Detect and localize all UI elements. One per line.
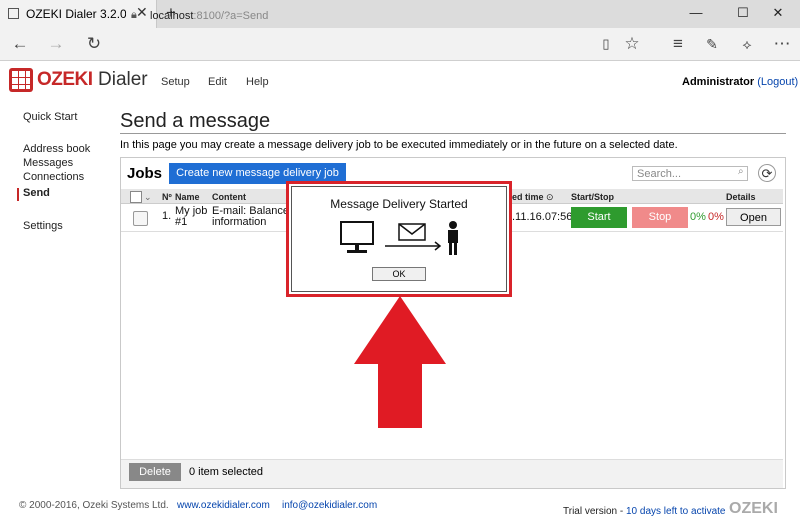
window-close-icon[interactable]: ✕: [758, 2, 798, 24]
user-info: Administrator (Logout): [682, 76, 798, 88]
dialog-title: Message Delivery Started: [330, 197, 468, 211]
menu-help[interactable]: Help: [246, 76, 269, 88]
arrow-line-icon: [385, 241, 442, 251]
footer-logo: OZEKI: [729, 500, 778, 517]
search-icon[interactable]: ⌕: [738, 166, 744, 177]
activate-link[interactable]: 10 days left to activate: [626, 506, 726, 517]
col-details: Details: [726, 192, 756, 202]
page-favicon-icon: [8, 8, 19, 19]
trial-notice: Trial version - 10 days left to activate: [563, 506, 726, 517]
sidebar-item-send[interactable]: Send: [23, 187, 50, 199]
envelope-icon: [398, 223, 426, 241]
web-note-icon[interactable]: ✎: [698, 31, 726, 57]
menu-setup[interactable]: Setup: [161, 76, 190, 88]
url-path: :8100/?a=Send: [193, 10, 269, 22]
ozeki-logo-icon: [9, 68, 33, 92]
page-description: In this page you may create a message de…: [120, 139, 678, 151]
row-number: 1.: [162, 210, 172, 222]
sidebar-item-connections[interactable]: Connections: [23, 171, 84, 183]
col-content[interactable]: Content: [212, 192, 246, 202]
favorite-star-icon[interactable]: ☆: [618, 31, 646, 57]
start-button[interactable]: Start: [571, 207, 627, 228]
col-name[interactable]: Name: [175, 192, 200, 202]
row-name-line2: #1: [175, 216, 188, 228]
email-link[interactable]: info@ozekidialer.com: [282, 500, 377, 511]
selection-count: 0 item selected: [189, 466, 263, 478]
window-minimize-icon[interactable]: —: [676, 2, 716, 24]
logo-brand: OZEKI: [37, 69, 93, 90]
sidebar-item-address-book[interactable]: Address book: [23, 143, 90, 155]
url-host: localhost: [150, 10, 194, 22]
reload-jobs-icon[interactable]: ⟳: [758, 164, 776, 182]
jobs-heading: Jobs: [127, 165, 163, 182]
sidebar-item-settings[interactable]: Settings: [23, 220, 63, 232]
address-bar[interactable]: localhost:8100/?a=Send: [150, 10, 268, 22]
ok-button[interactable]: OK: [372, 267, 426, 281]
refresh-icon[interactable]: ↻: [80, 31, 108, 57]
row-scheduled-time: .11.16.07:56: [512, 211, 573, 223]
search-input[interactable]: Search...: [632, 166, 748, 181]
progress-sent: 0%: [690, 211, 706, 223]
lock-icon: 🔒︎: [131, 9, 137, 21]
stop-button[interactable]: Stop: [632, 207, 688, 228]
red-up-arrow-icon: [354, 296, 446, 428]
delete-button[interactable]: Delete: [129, 463, 181, 481]
trial-prefix: Trial version -: [563, 506, 626, 517]
open-button[interactable]: Open: [726, 208, 781, 226]
row-content-line2: information: [212, 216, 267, 228]
col-start-stop: Start/Stop: [571, 192, 615, 202]
sort-clock-icon[interactable]: ⊙: [546, 192, 554, 203]
window-maximize-icon[interactable]: ☐: [723, 2, 763, 24]
reading-view-icon[interactable]: ▯: [592, 31, 620, 57]
sidebar-item-messages[interactable]: Messages: [23, 157, 73, 169]
close-tab-icon[interactable]: ✕: [136, 4, 148, 21]
progress-failed: 0%: [708, 211, 724, 223]
forward-icon[interactable]: →: [42, 31, 70, 57]
computer-icon: [340, 221, 374, 253]
menu-edit[interactable]: Edit: [208, 76, 227, 88]
person-icon: [448, 221, 458, 255]
delivery-illustration: [340, 221, 458, 255]
more-icon[interactable]: ⋯: [768, 31, 796, 57]
title-divider: [120, 133, 786, 134]
page-title: Send a message: [120, 110, 271, 132]
select-all-checkbox[interactable]: [130, 191, 142, 203]
col-scheduled-time[interactable]: ed time: [512, 192, 544, 202]
tab-title: OZEKI Dialer 3.2.0 (192.: [26, 7, 126, 21]
logout-link[interactable]: (Logout): [757, 76, 798, 88]
row-checkbox[interactable]: [133, 211, 148, 226]
active-item-marker: [17, 188, 19, 201]
back-icon[interactable]: ←: [6, 31, 34, 57]
share-icon[interactable]: ⟡: [733, 31, 761, 57]
sidebar-item-quick-start[interactable]: Quick Start: [23, 111, 77, 123]
logo-product: Dialer: [98, 69, 148, 90]
website-link[interactable]: www.ozekidialer.com: [177, 500, 270, 511]
select-dropdown-icon[interactable]: ⌄: [144, 192, 152, 203]
user-name: Administrator: [682, 76, 755, 88]
hub-icon[interactable]: ≡: [664, 31, 692, 57]
copyright: © 2000-2016, Ozeki Systems Ltd.: [19, 500, 169, 511]
col-no: Nº: [162, 192, 172, 202]
